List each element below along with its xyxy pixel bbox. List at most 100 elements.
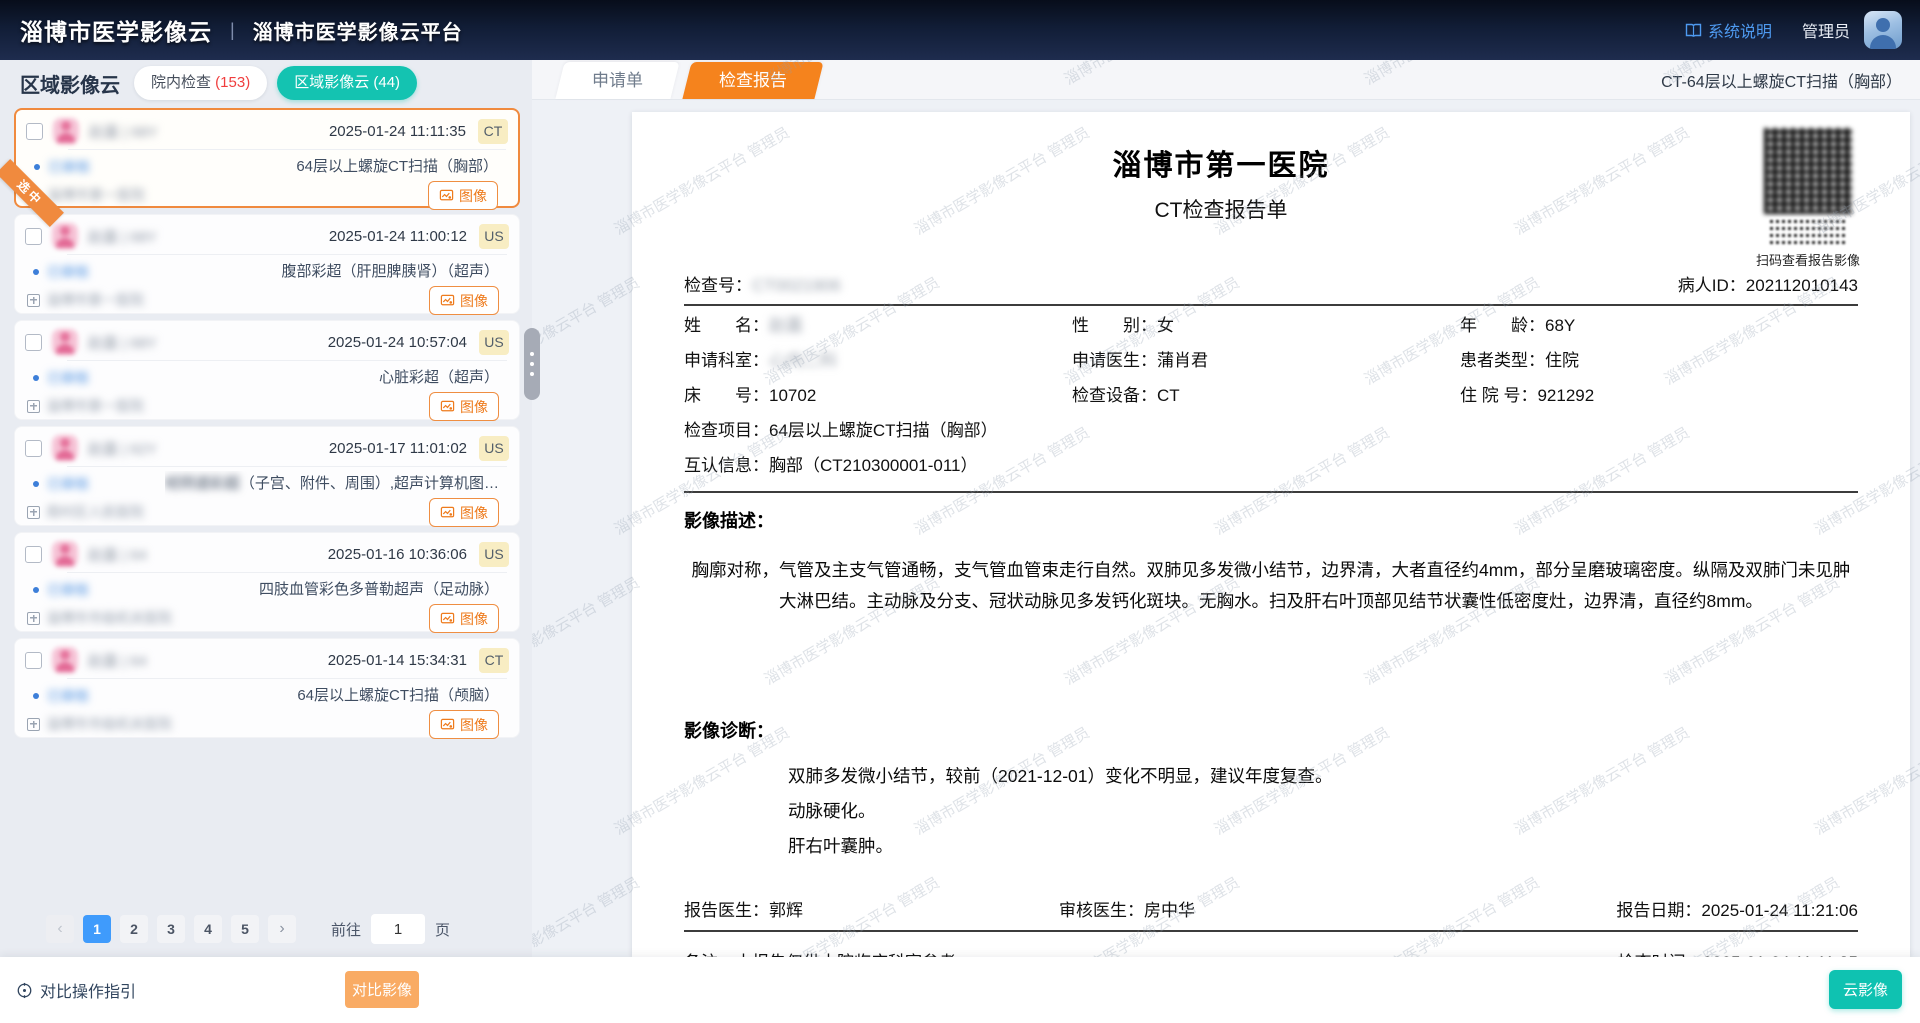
sidebar: 区域影像云 院内检查 (153) 区域影像云 (44) 赵嘉 | 68Y 202… (0, 60, 532, 957)
diag-section-title: 影像诊断： (684, 717, 1858, 743)
hospital-icon (27, 294, 40, 307)
user-avatar[interactable] (1864, 11, 1902, 49)
card-checkbox[interactable] (25, 334, 42, 351)
app-logo: 淄博市医学影像云 (20, 13, 212, 47)
hospital-name: 淄博市市级机关医院 (46, 714, 172, 734)
modality-badge: CT (479, 648, 509, 673)
tab-exam-report[interactable]: 检查报告 (682, 62, 823, 99)
logo-divider: | (230, 20, 235, 41)
platform-title: 淄博市医学影像云平台 (253, 16, 463, 45)
app-window: 淄博市医学影像云 | 淄博市医学影像云平台 系统说明 管理员 区域影像云 院内检… (0, 0, 1920, 1023)
panel-drag-handle[interactable] (524, 328, 540, 400)
hospital-icon (27, 718, 40, 731)
patient-avatar (52, 435, 78, 461)
patient-name: 赵嘉 | 68Y (89, 121, 158, 142)
info-sex: 性 别：女 (1072, 308, 1460, 343)
patient-avatar (52, 541, 78, 567)
exam-name: 64层以上螺旋CT扫描（胸部） (296, 154, 498, 180)
hospital-name: 淄博市市级机关医院 (46, 608, 172, 628)
page-button-4[interactable]: 4 (194, 915, 222, 943)
modality-badge: US (479, 436, 509, 461)
system-help-link[interactable]: 系统说明 (1685, 18, 1772, 42)
image-button[interactable]: 图像 (429, 710, 499, 739)
report-title-block: 淄博市第一医院 CT检查报告单 (684, 126, 1758, 269)
exam-card[interactable]: 赵嘉 | 68Y2025-01-24 10:57:04US 已审核 淄博市第一医… (14, 320, 520, 420)
compare-images-button[interactable]: 对比影像 (345, 971, 419, 1008)
tab-hospital-exams-label: 院内检查 (151, 74, 215, 91)
card-checkbox[interactable] (25, 652, 42, 669)
exam-card[interactable]: 赵嘉 | 642025-01-14 15:34:31CT 已审核 淄博市市级机关… (14, 638, 520, 738)
report-doctor: 报告医生：郭辉 (684, 896, 1059, 921)
status-text: 已审核 (47, 686, 89, 706)
image-icon (440, 293, 455, 308)
info-department: 申请科室：心内二科 (684, 343, 1072, 378)
page-button-3[interactable]: 3 (157, 915, 185, 943)
image-button[interactable]: 图像 (429, 392, 499, 421)
info-admission-no: 住 院 号：921292 (1460, 378, 1858, 413)
exam-name-visible-part: （子宫、附件、周围）,超声计算机图… (240, 475, 499, 492)
image-button-label: 图像 (460, 715, 488, 735)
desc-text: 胸廓对称，气管及主支气管通畅，支气管血管束走行自然。双肺见多发微小结节，边界清，… (684, 555, 1858, 617)
card-body: 已审核 淄博市第一医院 64层以上螺旋CT扫描（胸部） 图像 (26, 154, 508, 210)
image-icon (440, 399, 455, 414)
card-checkbox[interactable] (25, 440, 42, 457)
doctors-row: 报告医生：郭辉 审核医生：房中华 报告日期：2025-01-24 11:21:0… (684, 896, 1858, 921)
tab-application-form[interactable]: 申请单 (555, 62, 679, 99)
hospital-icon (27, 506, 40, 519)
info-patient-type: 患者类型：住院 (1460, 343, 1858, 378)
username: 管理员 (1802, 18, 1850, 42)
card-checkbox[interactable] (25, 228, 42, 245)
image-button[interactable]: 图像 (429, 604, 499, 633)
status-line: 已审核 (26, 154, 166, 180)
patient-avatar (52, 223, 78, 249)
page-button-2[interactable]: 2 (120, 915, 148, 943)
status-dot-icon (33, 375, 39, 381)
bottom-bar: 对比操作指引 对比影像 云影像 (0, 957, 1920, 1023)
info-device: 检查设备：CT (1072, 378, 1460, 413)
goto-page-input[interactable] (371, 914, 425, 944)
content-area: 区域影像云 院内检查 (153) 区域影像云 (44) 赵嘉 | 68Y 202… (0, 60, 1920, 957)
tab-regional-cloud[interactable]: 区域影像云 (44) (277, 66, 417, 100)
exam-name: 四肢血管彩色多普勒超声（足动脉） (259, 577, 499, 603)
header-actions: 系统说明 管理员 (1685, 11, 1902, 49)
card-checkbox[interactable] (25, 546, 42, 563)
image-icon (440, 611, 455, 626)
report-note: 备注：本报告仅供本院临床科室参考 (684, 948, 956, 957)
image-button[interactable]: 图像 (428, 181, 498, 210)
patient-name: 赵嘉 | 68Y (88, 332, 157, 353)
exam-time: 2025-01-17 11:01:02 (329, 440, 467, 457)
page-next-button[interactable]: › (268, 915, 296, 943)
image-button[interactable]: 图像 (429, 286, 499, 315)
top-header: 淄博市医学影像云 | 淄博市医学影像云平台 系统说明 管理员 (0, 0, 1920, 60)
page-prev-button[interactable]: ‹ (46, 915, 74, 943)
exam-card[interactable]: 赵嘉 | 68Y2025-01-24 11:00:12US 已审核 淄博市第一医… (14, 214, 520, 314)
patient-name: 赵嘉 | 68Y (88, 226, 157, 247)
exam-name: 心脏彩超（超声） (379, 365, 499, 391)
guide-icon (16, 982, 33, 999)
cloud-image-button[interactable]: 云影像 (1829, 970, 1902, 1009)
hospital-name: 周村区人民医院 (46, 502, 144, 522)
page-button-5[interactable]: 5 (231, 915, 259, 943)
info-bed-no: 床 号：10702 (684, 378, 1072, 413)
info-mutual-recognition: 互认信息：胸部（CT210300001-011） (684, 448, 1858, 483)
image-button-label: 图像 (460, 291, 488, 311)
report-divider (684, 491, 1858, 493)
status-text: 已审核 (47, 262, 89, 282)
patient-id-value: 202112010143 (1746, 276, 1858, 295)
exam-card[interactable]: 赵嘉 | 68Y 2025-01-24 11:11:35 CT 已审核 淄博市第… (14, 108, 520, 208)
compare-guide-link[interactable]: 对比操作指引 (16, 978, 136, 1002)
exam-card[interactable]: 赵嘉 | 642025-01-16 10:36:06US 已审核 淄博市市级机关… (14, 532, 520, 632)
report-divider (684, 930, 1858, 932)
card-checkbox[interactable] (26, 123, 43, 140)
modality-badge: US (479, 224, 509, 249)
tab-regional-cloud-count: (44) (373, 74, 400, 91)
exam-card[interactable]: 赵嘉 | 62Y2025-01-17 11:01:02US 已审核 周村区人民医… (14, 426, 520, 526)
exam-time: 2025-01-16 10:36:06 (328, 546, 467, 563)
page-button-1[interactable]: 1 (83, 915, 111, 943)
current-exam-label: CT-64层以上螺旋CT扫描（胸部） (1661, 68, 1920, 92)
patient-id: 病人ID：202112010143 (1678, 271, 1858, 296)
image-button[interactable]: 图像 (429, 498, 499, 527)
patient-avatar (52, 329, 78, 355)
tab-hospital-exams[interactable]: 院内检查 (153) (134, 66, 267, 100)
hospital-icon (27, 612, 40, 625)
